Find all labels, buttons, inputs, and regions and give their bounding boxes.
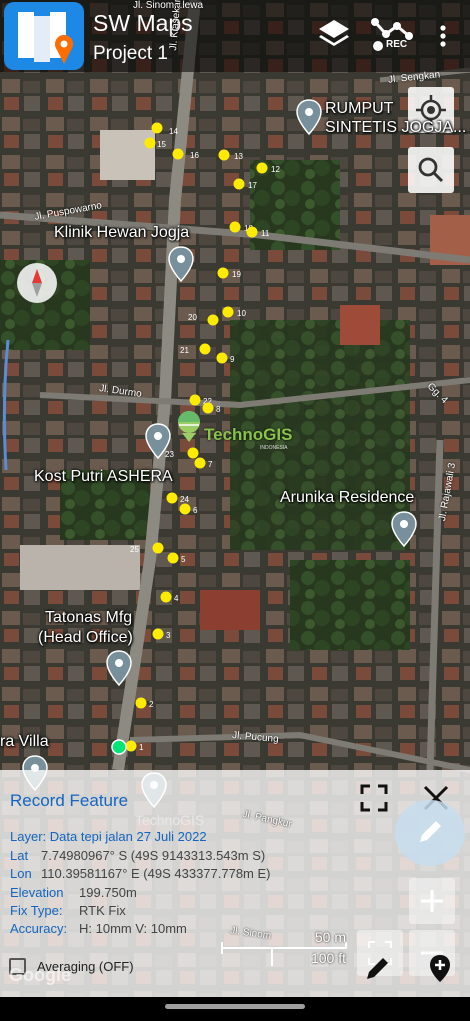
elevation-key: Elevation [10,885,64,900]
feature-point[interactable] [194,457,206,469]
accuracy-row: Accuracy: H: 10mm V: 10mm [10,921,187,936]
lat-row: Lat 7.74980967° S (49S 9143313.543m S) [10,848,265,863]
google-attribution: Google [9,965,71,985]
scale-imperial: 100 ft [310,950,346,966]
feature-point[interactable] [151,122,163,134]
feature-point-label: 24 [180,495,189,504]
lon-row: Lon 110.39581167° E (49S 433377.778m E) [10,866,271,881]
technogis-watermark-faint: TechnoGIS [135,812,205,828]
accuracy-key: Accuracy: [10,921,68,936]
edit-icon [367,958,388,979]
feature-point-label: 23 [165,450,174,459]
feature-point-label: 12 [271,165,280,174]
feature-point-label: 8 [216,405,221,414]
feature-point-label: 20 [188,313,197,322]
feature-point[interactable] [189,394,201,406]
street-label: Jl. Pangkur [241,808,293,831]
feature-point-label: 4 [174,594,179,603]
feature-point[interactable] [166,492,178,504]
record-feature-panel: Jl. Pangkur Jl. Sinom TechnoGIS Record F… [0,770,470,997]
feature-point-label: 3 [166,631,171,640]
feature-point[interactable] [246,226,258,238]
feature-point[interactable] [222,306,234,318]
accuracy-value: H: 10mm V: 10mm [79,921,187,936]
feature-point[interactable] [233,178,245,190]
fix-type-key: Fix Type: [10,903,63,918]
feature-point-label: 11 [261,229,270,238]
layer-key: Layer: [10,829,47,844]
feature-point-label: 19 [232,270,241,279]
feature-point-label: 13 [234,152,243,161]
feature-point-label: 5 [181,555,186,564]
feature-point-label: 16 [190,151,199,160]
feature-point[interactable] [125,740,137,752]
feature-point-label: 21 [180,346,189,355]
plus-icon [421,890,443,912]
elevation-value: 199.750m [79,885,137,900]
feature-point[interactable] [179,503,191,515]
lat-key: Lat [10,848,29,863]
add-location-icon [430,955,450,982]
feature-point-label: 2 [149,700,154,709]
lon-value: 110.39581167° E (49S 433377.778m E) [41,866,271,881]
lat-value: 7.74980967° S (49S 9143313.543m S) [41,848,266,863]
pencil-icon [420,821,441,842]
scale-bar: 50 m 100 ft [220,928,348,968]
elevation-row: Elevation 199.750m [10,885,137,900]
lon-key: Lon [10,866,32,881]
feature-point[interactable] [135,697,147,709]
feature-point-label: 14 [169,127,178,136]
feature-point[interactable] [152,628,164,640]
feature-point[interactable] [218,149,230,161]
feature-point[interactable] [187,447,199,459]
feature-point-label: 10 [237,309,246,318]
feature-point-label: 15 [157,140,166,149]
home-handle[interactable] [165,1004,305,1009]
feature-point-label: 17 [248,181,257,190]
feature-point[interactable] [216,352,228,364]
panel-title: Record Feature [10,791,129,810]
gps-location-icon [111,739,127,755]
feature-point-label: 1 [139,743,144,752]
feature-point[interactable] [167,552,179,564]
scale-metric: 50 m [314,929,346,945]
feature-point[interactable] [256,162,268,174]
feature-point-label: 6 [193,506,198,515]
feature-point-label: 9 [230,355,235,364]
feature-point[interactable] [152,542,164,554]
feature-point[interactable] [199,343,211,355]
fix-type-value: RTK Fix [79,903,126,918]
feature-point[interactable] [160,591,172,603]
feature-point[interactable] [229,221,241,233]
feature-point-label: 25 [130,545,139,554]
layer-value: Data tepi jalan 27 Juli 2022 [49,829,207,844]
add-point-button[interactable] [424,952,456,984]
edit-feature-fab[interactable] [395,800,465,866]
fullscreen-button[interactable] [358,782,390,814]
feature-point[interactable] [202,402,214,414]
feature-point[interactable] [217,267,229,279]
feature-point[interactable] [207,314,219,326]
fix-type-row: Fix Type: RTK Fix [10,903,126,918]
zoom-in-button[interactable] [409,878,455,924]
layer-row: Layer: Data tepi jalan 27 Juli 2022 [10,829,207,844]
feature-point[interactable] [172,148,184,160]
feature-point-label: 7 [208,460,213,469]
feature-point[interactable] [144,137,156,149]
fullscreen-icon [360,784,388,812]
edit-vertices-button[interactable] [362,952,394,984]
